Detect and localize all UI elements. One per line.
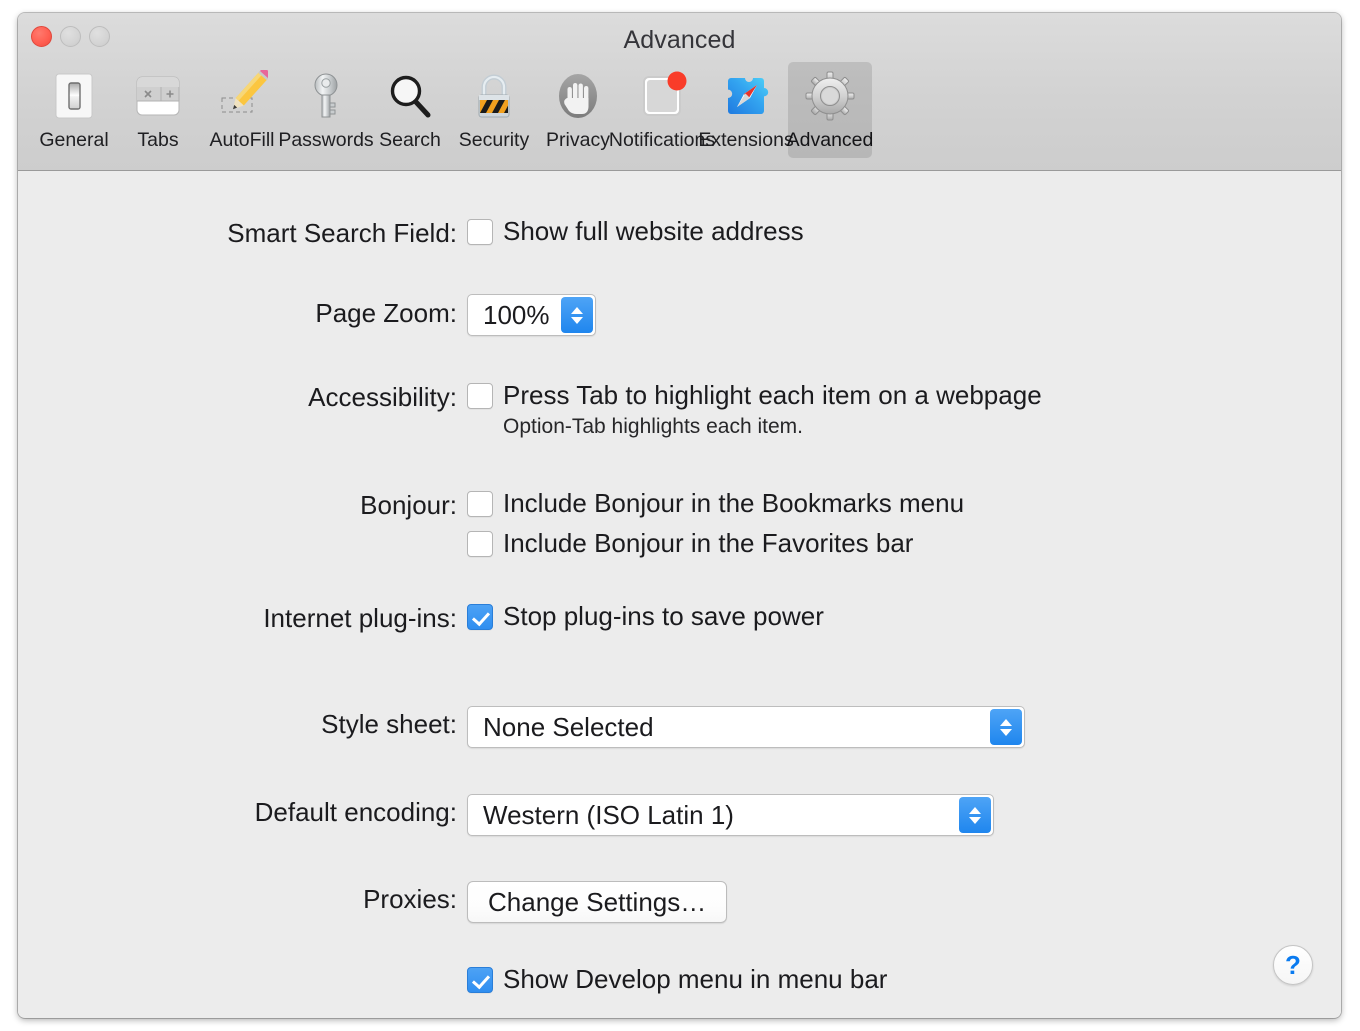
bonjour-bookmarks-label: Include Bonjour in the Bookmarks menu <box>503 488 965 518</box>
toolbar-item-label: Extensions <box>698 129 794 151</box>
toolbar-item-passwords[interactable]: Passwords <box>278 62 374 158</box>
stop-plugins-checkbox-row[interactable]: Stop plug-ins to save power <box>467 601 824 632</box>
toolbar-item-extensions[interactable]: Extensions <box>698 62 794 158</box>
toolbar-item-notifications[interactable]: Notifications <box>609 62 715 158</box>
toolbar-item-label: Passwords <box>278 129 374 151</box>
bonjour-bookmarks-checkbox[interactable] <box>467 490 493 517</box>
default-encoding-label: Default encoding: <box>254 797 457 827</box>
tabs-icon <box>130 68 186 124</box>
bonjour-favorites-checkbox[interactable] <box>467 530 493 557</box>
style-sheet-popup-button[interactable]: None Selected <box>467 706 1025 748</box>
bonjour-favorites-label: Include Bonjour in the Favorites bar <box>503 528 914 558</box>
toolbar-item-label: Tabs <box>137 129 179 151</box>
help-button[interactable]: ? <box>1273 945 1313 985</box>
page-zoom-popup-button[interactable]: 100% <box>467 294 596 336</box>
default-encoding-popup-button[interactable]: Western (ISO Latin 1) <box>467 794 994 836</box>
advanced-settings-pane: Smart Search Field: Show full website ad… <box>18 171 1341 1017</box>
toolbar-item-label: AutoFill <box>209 129 275 151</box>
toolbar-item-search[interactable]: Search <box>368 62 452 158</box>
chevron-up-icon <box>1000 718 1012 726</box>
toolbar-item-privacy[interactable]: Privacy <box>536 62 620 158</box>
chevron-down-icon <box>969 816 981 824</box>
toolbar-item-general[interactable]: General <box>32 62 116 158</box>
style-sheet-stepper[interactable] <box>990 709 1022 745</box>
page-zoom-stepper[interactable] <box>561 297 593 333</box>
toolbar-item-label: Security <box>458 129 530 151</box>
proxies-label: Proxies: <box>363 884 457 914</box>
help-glyph: ? <box>1285 949 1301 980</box>
show-full-website-address-label: Show full website address <box>503 216 804 246</box>
switch-icon <box>46 68 102 124</box>
show-full-website-address-checkbox-row[interactable]: Show full website address <box>467 216 804 247</box>
stop-plugins-label: Stop plug-ins to save power <box>503 601 824 631</box>
chevron-down-icon <box>1000 728 1012 736</box>
preferences-window: Advanced General Tabs AutoFill Passwords… <box>18 13 1341 1018</box>
toolbar-item-label: Search <box>379 129 441 151</box>
accessibility-hint: Option-Tab highlights each item. <box>503 415 803 438</box>
smart-search-field-label: Smart Search Field: <box>227 218 457 248</box>
preferences-toolbar: General Tabs AutoFill Passwords Search S… <box>32 62 874 158</box>
puzzle-compass-icon <box>718 68 774 124</box>
show-full-website-address-checkbox[interactable] <box>467 218 493 245</box>
accessibility-label: Accessibility: <box>308 382 457 412</box>
hand-icon <box>550 68 606 124</box>
padlock-icon <box>466 68 522 124</box>
show-develop-menu-label: Show Develop menu in menu bar <box>503 964 888 994</box>
magnifier-icon <box>382 68 438 124</box>
toolbar-item-advanced[interactable]: Advanced <box>786 62 874 158</box>
titlebar-toolbar: Advanced General Tabs AutoFill Passwords… <box>18 13 1341 171</box>
default-encoding-stepper[interactable] <box>959 797 991 833</box>
style-sheet-value: None Selected <box>483 711 654 742</box>
toolbar-item-label: Privacy <box>546 129 610 151</box>
style-sheet-label: Style sheet: <box>321 709 457 739</box>
pencil-icon <box>214 68 270 124</box>
key-icon <box>298 68 354 124</box>
page-zoom-label: Page Zoom: <box>315 298 457 328</box>
show-develop-menu-checkbox-row[interactable]: Show Develop menu in menu bar <box>467 964 887 995</box>
default-encoding-value: Western (ISO Latin 1) <box>483 799 734 830</box>
page-zoom-value: 100% <box>483 299 550 330</box>
chevron-down-icon <box>571 316 583 324</box>
toolbar-item-security[interactable]: Security <box>452 62 536 158</box>
toolbar-item-label: General <box>39 129 109 151</box>
bonjour-bookmarks-checkbox-row[interactable]: Include Bonjour in the Bookmarks menu <box>467 488 964 519</box>
gear-icon <box>802 68 858 124</box>
stop-plugins-checkbox[interactable] <box>467 603 493 630</box>
internet-plugins-label: Internet plug-ins: <box>263 603 457 633</box>
press-tab-highlight-checkbox[interactable] <box>467 382 493 409</box>
bonjour-label: Bonjour: <box>360 490 457 520</box>
bonjour-favorites-checkbox-row[interactable]: Include Bonjour in the Favorites bar <box>467 528 913 559</box>
press-tab-highlight-label: Press Tab to highlight each item on a we… <box>503 380 1042 410</box>
show-develop-menu-checkbox[interactable] <box>467 966 493 993</box>
press-tab-highlight-checkbox-row[interactable]: Press Tab to highlight each item on a we… <box>467 380 1042 411</box>
change-settings-button[interactable]: Change Settings… <box>467 881 728 923</box>
toolbar-item-label: Advanced <box>786 129 874 151</box>
toolbar-item-autofill[interactable]: AutoFill <box>200 62 284 158</box>
chevron-up-icon <box>969 806 981 814</box>
chevron-up-icon <box>571 306 583 314</box>
notification-icon <box>634 68 690 124</box>
window-title: Advanced <box>623 26 736 54</box>
toolbar-item-tabs[interactable]: Tabs <box>116 62 200 158</box>
